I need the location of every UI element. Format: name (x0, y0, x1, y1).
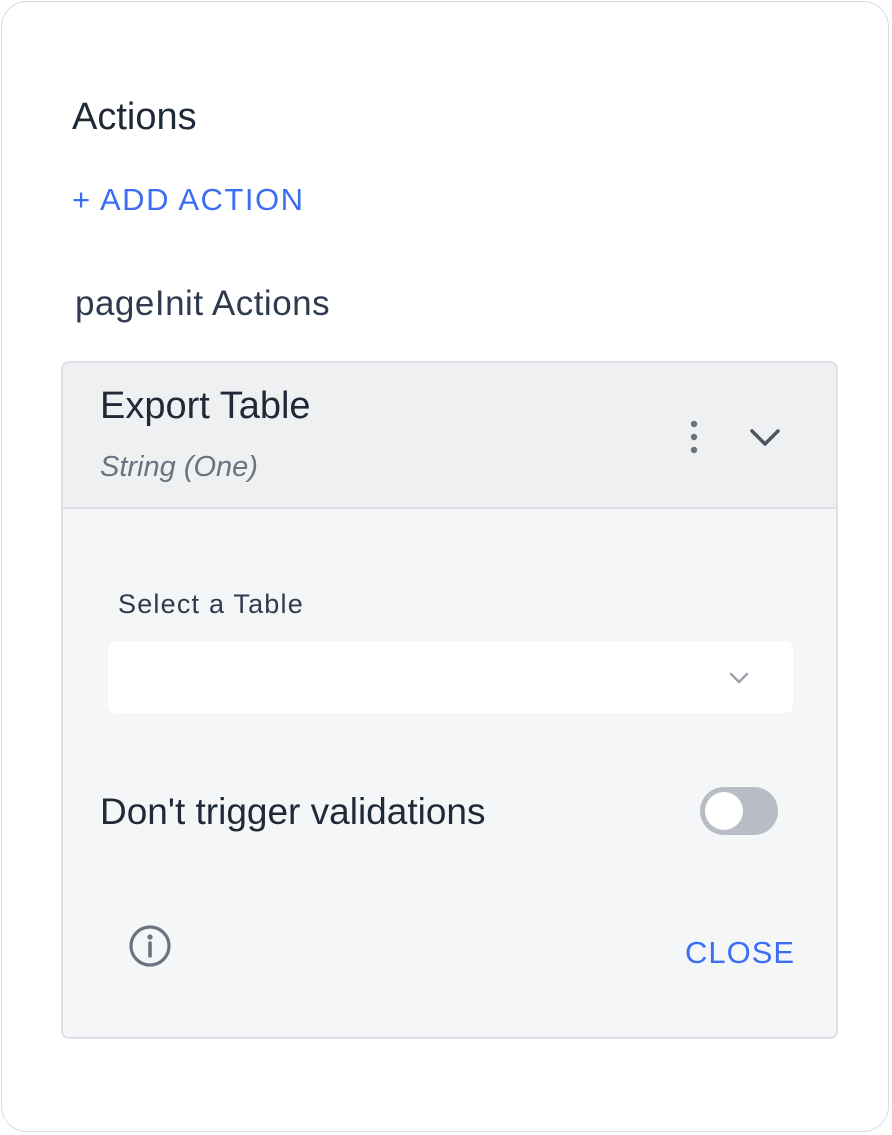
close-button[interactable]: CLOSE (685, 935, 795, 971)
select-table-dropdown[interactable] (108, 641, 793, 713)
action-title: Export Table (100, 385, 311, 427)
info-icon[interactable] (127, 923, 173, 969)
more-options-icon[interactable] (677, 415, 711, 459)
pageinit-actions-title: pageInit Actions (75, 284, 331, 323)
chevron-down-icon[interactable] (743, 415, 787, 459)
dont-trigger-validations-toggle[interactable] (700, 787, 778, 835)
actions-title: Actions (72, 96, 197, 138)
chevron-down-icon (724, 663, 754, 693)
toggle-knob (705, 792, 743, 830)
select-table-label: Select a Table (118, 589, 304, 619)
dont-trigger-validations-label: Don't trigger validations (100, 791, 486, 832)
action-card: Export Table String (One) Select a Table (61, 361, 838, 1039)
action-subtitle: String (One) (100, 451, 258, 483)
add-action-button[interactable]: + ADD ACTION (72, 182, 304, 218)
actions-panel: Actions + ADD ACTION pageInit Actions Ex… (1, 1, 889, 1132)
action-card-header[interactable]: Export Table String (One) (63, 363, 836, 509)
